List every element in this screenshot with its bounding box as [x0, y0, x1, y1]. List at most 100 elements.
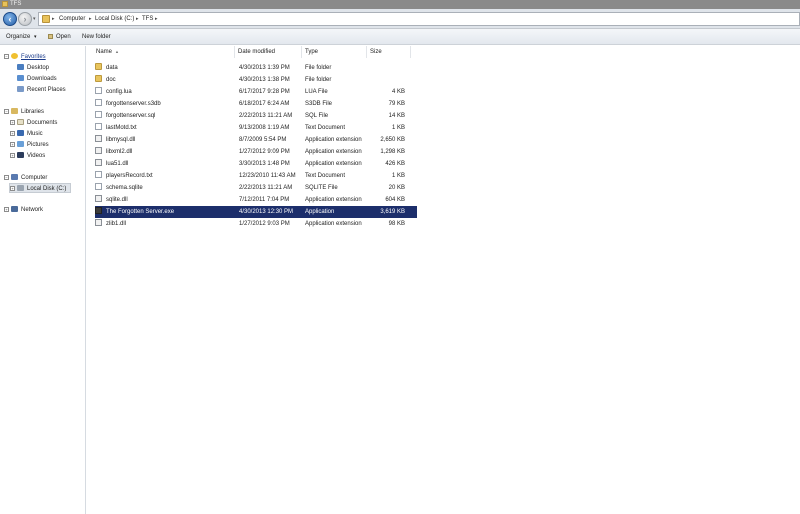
- file-row[interactable]: data 4/30/2013 1:39 PM File folder: [95, 62, 417, 74]
- breadcrumb-tfs[interactable]: TFS: [142, 15, 153, 24]
- drive-icon: [17, 185, 24, 192]
- file-icon: [95, 123, 102, 130]
- breadcrumb[interactable]: ▸ Computer ▸ Local Disk (C:) ▸ TFS ▸: [38, 12, 800, 26]
- file-name-cell[interactable]: zlib1.dll: [95, 218, 235, 230]
- file-row[interactable]: forgottenserver.s3db 6/18/2017 6:24 AM S3D…: [95, 98, 417, 110]
- file-row[interactable]: zlib1.dll 1/27/2012 9:03 PM Application ex…: [95, 218, 417, 230]
- file-name-cell[interactable]: playersRecord.txt: [95, 170, 235, 182]
- nav-item-label: Pictures: [27, 142, 49, 148]
- chevron-right-icon[interactable]: ▸: [136, 15, 139, 24]
- column-header-name[interactable]: Name ▲: [93, 46, 235, 58]
- organize-button[interactable]: Organize ▾: [6, 33, 37, 41]
- file-row[interactable]: The Forgotten Server.exe 4/30/2013 12:30 …: [95, 206, 417, 218]
- file-row[interactable]: playersRecord.txt 12/23/2010 11:43 AM Text…: [95, 170, 417, 182]
- nav-item-pictures[interactable]: + Pictures: [10, 140, 49, 150]
- chevron-right-icon[interactable]: ▸: [52, 15, 55, 24]
- nav-item-desktop[interactable]: Desktop: [17, 63, 49, 73]
- file-type: Text Document: [305, 125, 346, 131]
- expander-icon[interactable]: +: [10, 185, 15, 191]
- expander-icon[interactable]: −: [4, 53, 9, 59]
- file-row[interactable]: config.lua 6/17/2017 9:28 PM LUA File 4 KB: [95, 86, 417, 98]
- dll-icon: [95, 147, 102, 154]
- file-list-pane[interactable]: Name ▲ Date modified Type Size data 4/30/2…: [87, 46, 800, 514]
- forward-button[interactable]: ›: [18, 12, 32, 26]
- expander-icon[interactable]: +: [10, 141, 15, 147]
- file-size: 98 KB: [388, 221, 405, 227]
- nav-favorites-label: Favorites: [21, 54, 46, 60]
- expander-icon[interactable]: +: [4, 206, 9, 212]
- file-name-cell[interactable]: forgottenserver.sql: [95, 110, 235, 122]
- file-row[interactable]: libmysql.dll 8/7/2009 5:54 PM Application …: [95, 134, 417, 146]
- file-row[interactable]: lua51.dll 3/30/2013 1:48 PM Application ex…: [95, 158, 417, 170]
- file-size: 1,298 KB: [380, 149, 405, 155]
- nav-item-local-disk[interactable]: + Local Disk (C:): [9, 183, 71, 193]
- title-bar: TFS: [0, 0, 800, 9]
- nav-item-documents[interactable]: + Documents: [10, 118, 57, 128]
- file-icon: [95, 111, 102, 118]
- file-row[interactable]: lastMotd.txt 9/13/2008 1:19 AM Text Docume…: [95, 122, 417, 134]
- file-size: 1 KB: [391, 173, 405, 179]
- expander-icon[interactable]: −: [4, 174, 9, 180]
- file-type: Application extension: [305, 197, 362, 203]
- file-date-modified: 4/30/2013 12:30 PM: [239, 209, 294, 215]
- breadcrumb-local-disk[interactable]: Local Disk (C:): [95, 15, 134, 24]
- nav-libraries[interactable]: − Libraries: [4, 107, 44, 117]
- file-icon: [95, 87, 102, 94]
- nav-item-videos[interactable]: + Videos: [10, 151, 45, 161]
- file-name-cell[interactable]: The Forgotten Server.exe: [95, 206, 235, 218]
- organize-label: Organize: [6, 34, 31, 40]
- file-name-cell[interactable]: libmysql.dll: [95, 134, 235, 146]
- expander-icon[interactable]: +: [10, 130, 15, 136]
- chevron-right-icon[interactable]: ▸: [155, 15, 158, 24]
- nav-libraries-label: Libraries: [21, 109, 45, 115]
- file-type: File folder: [305, 77, 332, 83]
- nav-network[interactable]: + Network: [4, 205, 43, 215]
- file-date-modified: 6/17/2017 9:28 PM: [239, 89, 290, 95]
- nav-item-recent-places[interactable]: Recent Places: [17, 85, 66, 95]
- expander-icon[interactable]: +: [10, 152, 15, 158]
- file-name-cell[interactable]: forgottenserver.s3db: [95, 98, 235, 110]
- file-row[interactable]: forgottenserver.sql 2/22/2013 11:21 AM SQL…: [95, 110, 417, 122]
- file-name-cell[interactable]: schema.sqlite: [95, 182, 235, 194]
- chevron-right-icon[interactable]: ▸: [89, 15, 92, 24]
- file-name: playersRecord.txt: [106, 173, 153, 179]
- file-name: lua51.dll: [106, 161, 129, 167]
- column-header-type[interactable]: Type: [302, 46, 367, 58]
- file-row[interactable]: libxml2.dll 1/27/2012 9:09 PM Application …: [95, 146, 417, 158]
- file-date-modified: 6/18/2017 6:24 AM: [239, 101, 290, 107]
- nav-item-label: Documents: [27, 120, 58, 126]
- file-name-cell[interactable]: config.lua: [95, 86, 235, 98]
- file-date-modified: 12/23/2010 11:43 AM: [239, 173, 296, 179]
- open-button[interactable]: Open: [48, 33, 71, 41]
- file-icon: [95, 99, 102, 106]
- file-name-cell[interactable]: doc: [95, 74, 235, 86]
- nav-item-downloads[interactable]: Downloads: [17, 74, 57, 84]
- file-name: The Forgotten Server.exe: [106, 209, 175, 215]
- nav-item-music[interactable]: + Music: [10, 129, 43, 139]
- recent-pages-dropdown[interactable]: ▾: [33, 16, 36, 22]
- column-header-date[interactable]: Date modified: [235, 46, 302, 58]
- expander-icon[interactable]: −: [4, 108, 9, 114]
- file-name-cell[interactable]: sqlite.dll: [95, 194, 235, 206]
- dll-icon: [95, 195, 102, 202]
- breadcrumb-computer[interactable]: Computer: [59, 15, 85, 24]
- file-name-cell[interactable]: libxml2.dll: [95, 146, 235, 158]
- new-folder-button[interactable]: New folder: [82, 33, 111, 41]
- navigation-pane[interactable]: − Favorites Desktop Downloads Recent Plac…: [0, 46, 86, 514]
- back-button[interactable]: ‹: [3, 12, 17, 26]
- file-row[interactable]: doc 4/30/2013 1:38 PM File folder: [95, 74, 417, 86]
- file-row[interactable]: sqlite.dll 7/12/2011 7:04 PM Application e…: [95, 194, 417, 206]
- folder-icon: [95, 75, 102, 82]
- pictures-icon: [17, 141, 24, 148]
- file-name-cell[interactable]: data: [95, 62, 235, 74]
- file-name-cell[interactable]: lua51.dll: [95, 158, 235, 170]
- dll-icon: [95, 135, 102, 142]
- file-name: doc: [106, 77, 116, 83]
- file-date-modified: 2/22/2013 11:21 AM: [239, 113, 293, 119]
- column-header-size[interactable]: Size: [367, 46, 411, 58]
- file-row[interactable]: schema.sqlite 2/22/2013 11:21 AM SQLITE Fi…: [95, 182, 417, 194]
- expander-icon[interactable]: +: [10, 119, 15, 125]
- file-name-cell[interactable]: lastMotd.txt: [95, 122, 235, 134]
- nav-favorites[interactable]: − Favorites: [4, 52, 46, 62]
- nav-computer[interactable]: − Computer: [4, 173, 47, 183]
